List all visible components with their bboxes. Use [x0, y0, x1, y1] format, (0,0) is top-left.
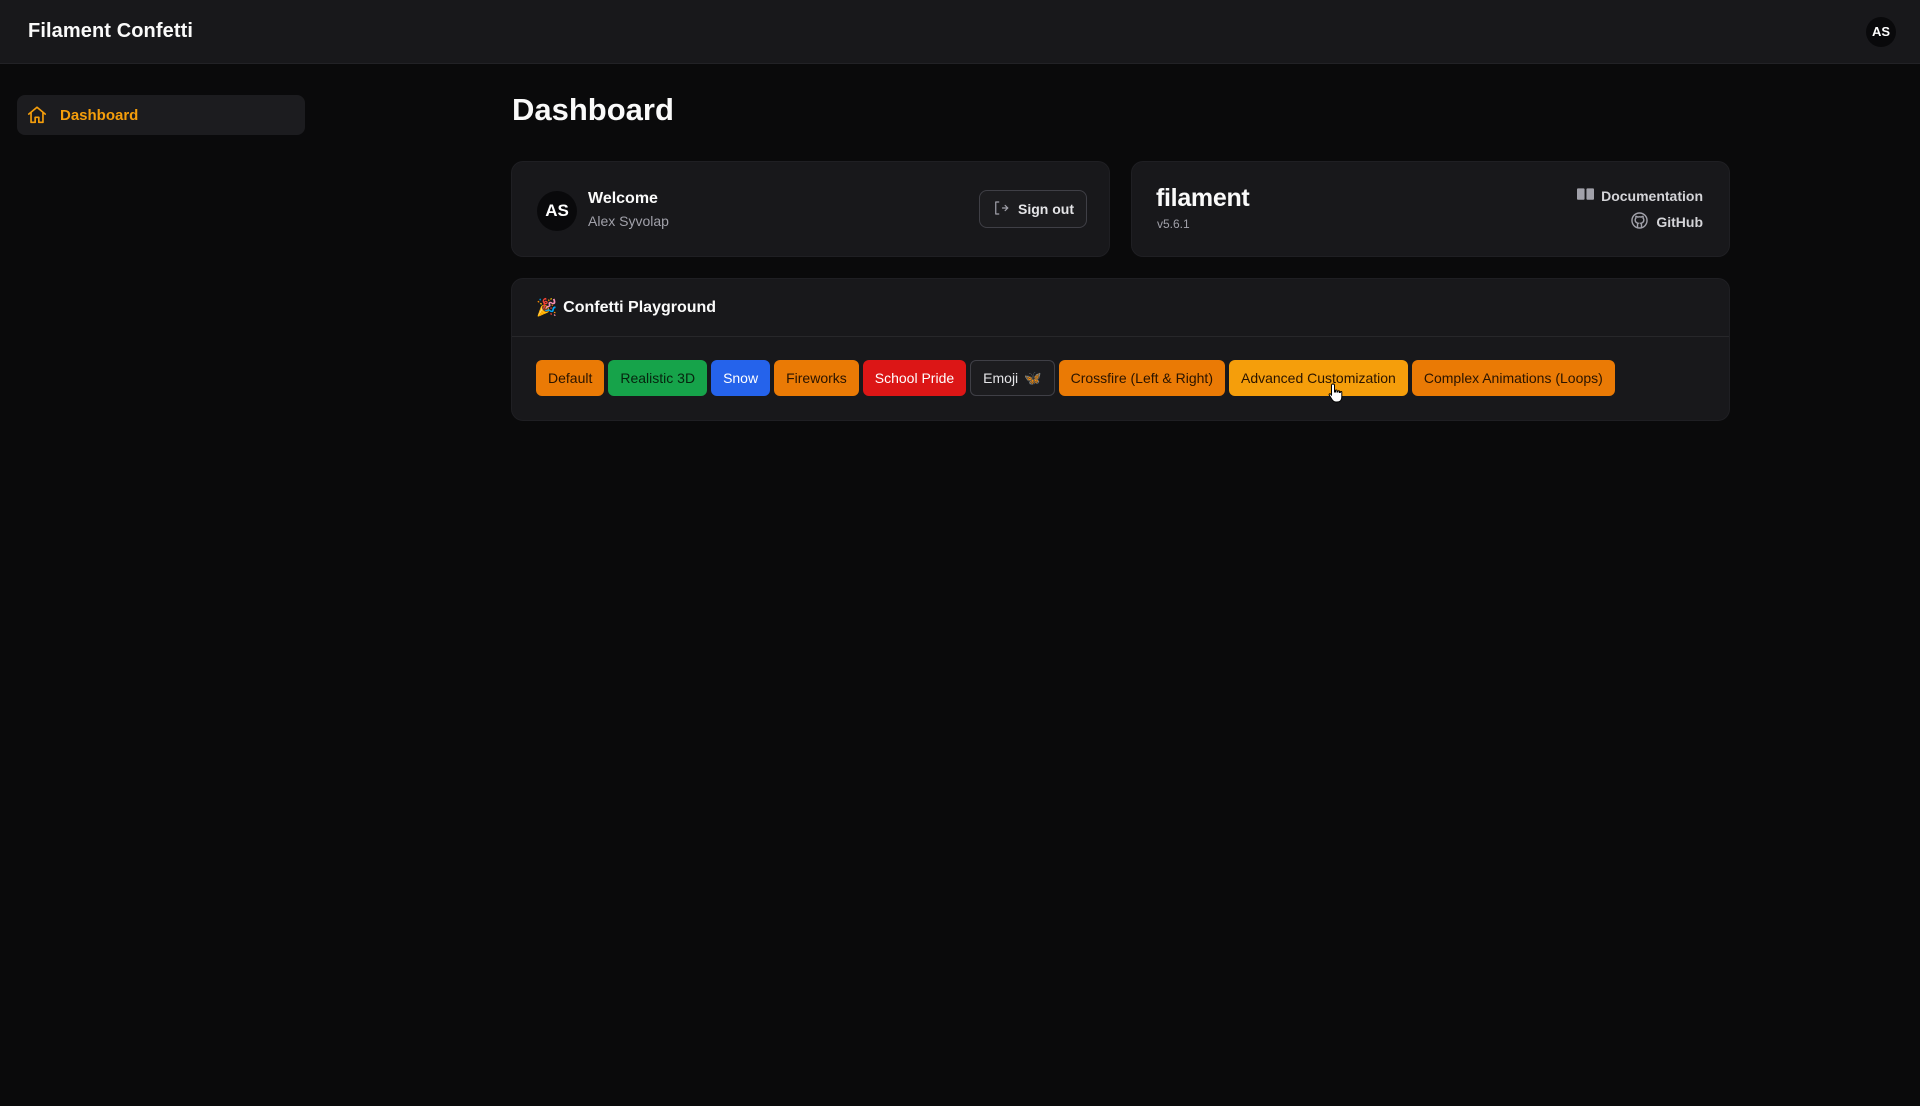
github-label: GitHub	[1656, 214, 1703, 230]
confetti-advanced-customization-button[interactable]: Advanced Customization	[1228, 360, 1408, 396]
filament-info-card: filament v5.6.1 Documentation GitHub	[1131, 161, 1730, 257]
confetti-button-label: Snow	[723, 370, 759, 386]
top-bar: Filament Confetti AS	[0, 0, 1920, 64]
confetti-button-label: Emoji	[983, 370, 1019, 386]
book-icon	[1577, 187, 1595, 205]
documentation-link[interactable]: Documentation	[1577, 187, 1703, 205]
sign-out-button[interactable]: Sign out	[979, 190, 1087, 228]
confetti-button-label: Complex Animations (Loops)	[1423, 370, 1603, 386]
party-popper-icon: 🎉	[536, 297, 558, 317]
confetti-fireworks-button[interactable]: Fireworks	[774, 360, 859, 396]
confetti-button-label: Fireworks	[786, 370, 847, 386]
confetti-playground-card: 🎉 Confetti Playground Default Realistic 3…	[511, 278, 1730, 421]
playground-title: Confetti Playground	[563, 298, 717, 316]
confetti-button-group: Default Realistic 3D Snow Fireworks School P…	[536, 360, 1615, 396]
confetti-button-label: Advanced Customization	[1240, 370, 1396, 386]
butterfly-icon: 🦋	[1024, 369, 1042, 386]
confetti-emoji-button[interactable]: Emoji 🦋	[970, 360, 1055, 396]
confetti-button-label: Default	[548, 370, 593, 386]
confetti-snow-button[interactable]: Snow	[711, 360, 771, 396]
filament-logo[interactable]: filament	[1156, 184, 1250, 213]
avatar: AS	[537, 191, 577, 231]
playground-header: 🎉 Confetti Playground	[512, 279, 1729, 337]
confetti-default-button[interactable]: Default	[536, 360, 605, 396]
sidebar-item-label: Dashboard	[60, 106, 139, 124]
welcome-card: AS Welcome Alex Syvolap Sign out	[511, 161, 1110, 257]
github-link[interactable]: GitHub	[1630, 211, 1703, 233]
mouse-cursor-icon	[1328, 383, 1344, 408]
sidebar: Dashboard	[0, 64, 320, 1106]
confetti-button-label: Crossfire (Left & Right)	[1070, 370, 1213, 386]
confetti-button-label: Realistic 3D	[620, 370, 696, 386]
github-icon	[1630, 211, 1649, 233]
sidebar-item-dashboard[interactable]: Dashboard	[17, 95, 305, 135]
confetti-school-pride-button[interactable]: School Pride	[862, 360, 967, 396]
confetti-button-label: School Pride	[874, 370, 955, 386]
sign-out-icon	[992, 199, 1010, 220]
app-brand[interactable]: Filament Confetti	[28, 20, 193, 43]
user-name: Alex Syvolap	[588, 213, 669, 229]
confetti-complex-animations-loops-button[interactable]: Complex Animations (Loops)	[1411, 360, 1615, 396]
confetti-crossfire-left-right-button[interactable]: Crossfire (Left & Right)	[1058, 360, 1225, 396]
confetti-realistic-3d-button[interactable]: Realistic 3D	[608, 360, 708, 396]
documentation-label: Documentation	[1601, 188, 1703, 204]
user-menu-avatar[interactable]: AS	[1866, 16, 1896, 47]
sign-out-label: Sign out	[1018, 201, 1074, 217]
home-icon	[26, 104, 48, 126]
welcome-title: Welcome	[588, 190, 658, 207]
page-title: Dashboard	[512, 92, 674, 127]
filament-version: v5.6.1	[1157, 217, 1190, 231]
